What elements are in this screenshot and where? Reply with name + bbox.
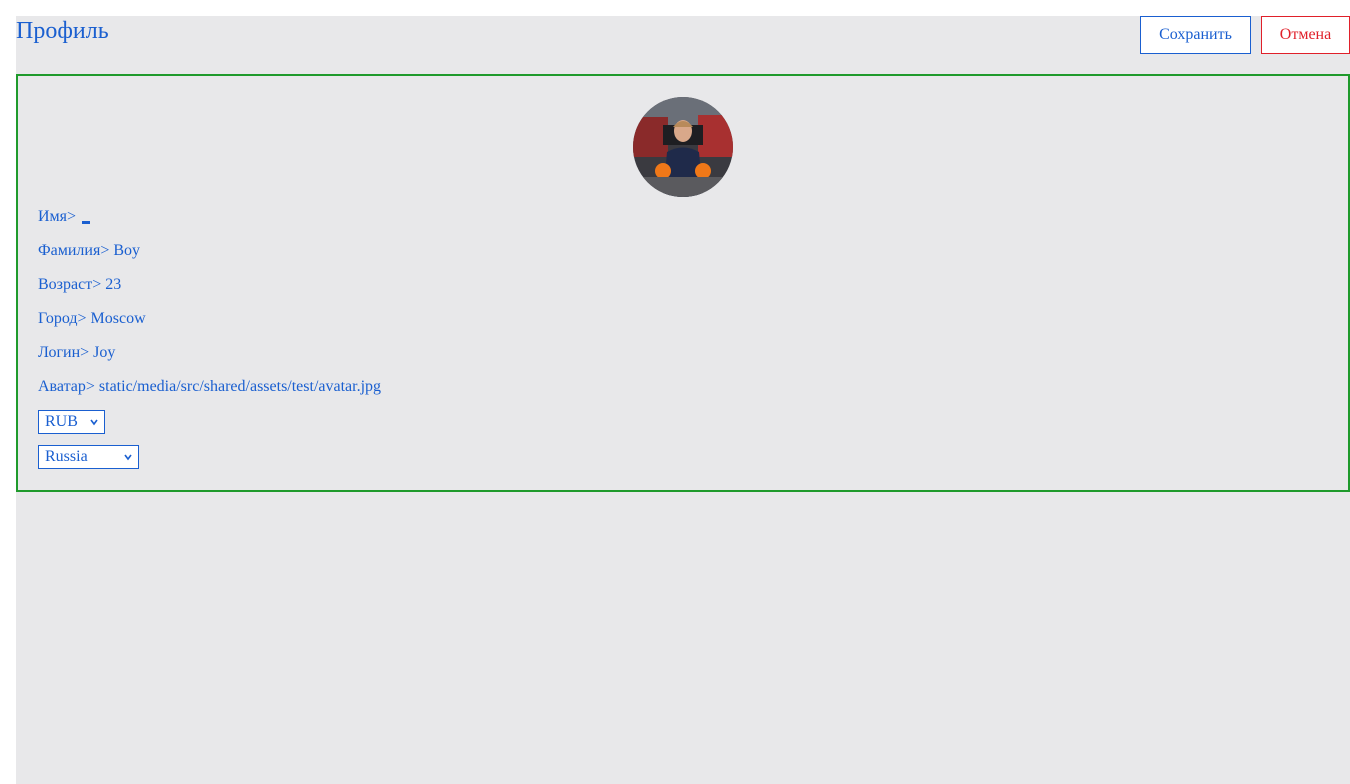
field-label: Город> bbox=[38, 310, 87, 327]
field-label: Логин> bbox=[38, 344, 90, 361]
field-first-name: Имя> bbox=[38, 208, 91, 226]
profile-page: Профиль Сохранить Отмена Имя> Фамилия> Bo… bbox=[16, 16, 1350, 784]
field-label: Аватар> bbox=[38, 378, 95, 395]
country-select[interactable]: Russia bbox=[38, 445, 139, 469]
last-name-input[interactable]: Boy bbox=[113, 242, 140, 259]
save-button[interactable]: Сохранить bbox=[1140, 16, 1251, 54]
profile-card: Имя> Фамилия> Boy Возраст> 23 Город> Moscow… bbox=[16, 74, 1350, 492]
field-label: Возраст> bbox=[38, 276, 102, 293]
currency-select-value: RUB bbox=[45, 413, 78, 430]
field-login: Логин> Joy bbox=[38, 344, 115, 362]
field-age: Возраст> 23 bbox=[38, 276, 121, 294]
field-last-name: Фамилия> Boy bbox=[38, 242, 140, 260]
currency-select[interactable]: RUB bbox=[38, 410, 105, 434]
chevron-down-icon bbox=[124, 454, 132, 461]
field-label: Фамилия> bbox=[38, 242, 110, 259]
chevron-down-icon bbox=[90, 419, 98, 426]
page-title: Профиль bbox=[16, 18, 109, 44]
field-avatar: Аватар> static/media/src/shared/assets/te… bbox=[38, 378, 381, 396]
login-input[interactable]: Joy bbox=[93, 344, 115, 361]
cancel-button[interactable]: Отмена bbox=[1261, 16, 1350, 54]
first-name-input[interactable] bbox=[82, 209, 91, 224]
avatar-photo-icon bbox=[633, 97, 733, 197]
field-label: Имя> bbox=[38, 208, 77, 225]
avatar bbox=[633, 97, 733, 197]
country-select-value: Russia bbox=[45, 448, 88, 465]
city-input[interactable]: Moscow bbox=[91, 310, 146, 327]
avatar-input[interactable]: static/media/src/shared/assets/test/avat… bbox=[99, 378, 381, 395]
age-input[interactable]: 23 bbox=[105, 276, 121, 293]
field-city: Город> Moscow bbox=[38, 310, 146, 328]
